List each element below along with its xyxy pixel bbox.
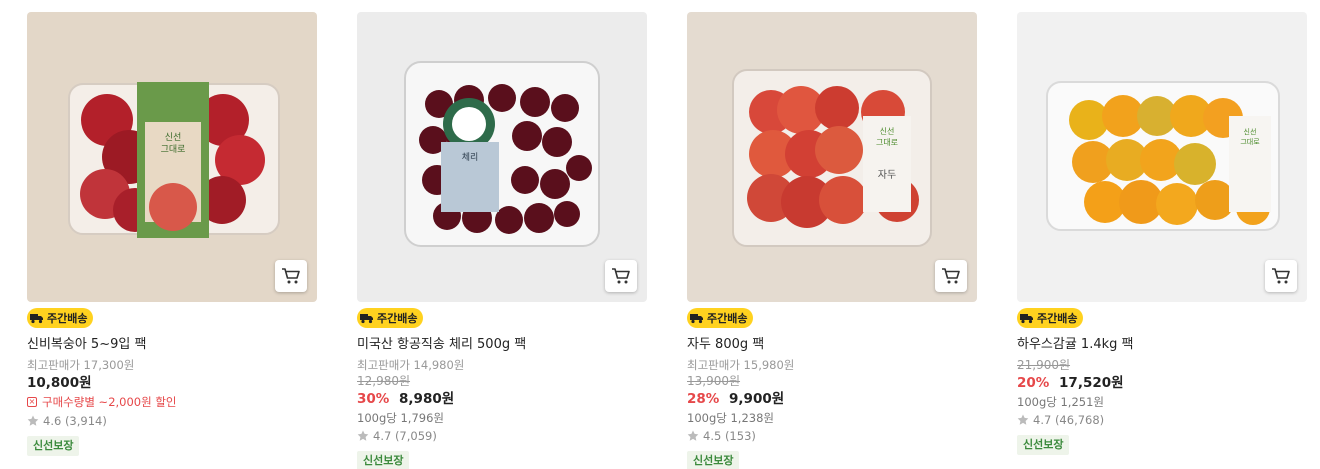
quantity-discount-label: 구매수량별 ~2,000원 할인 [42,395,177,409]
cart-icon [612,268,630,284]
original-price: 13,900원 [687,374,741,388]
svg-text:그대로: 그대로 [1240,138,1260,146]
final-price: 8,980원 [399,391,455,407]
price-row: 28% 9,900원 [687,389,977,409]
original-price: 12,980원 [357,374,411,388]
product-card[interactable]: 신선 그대로 주간배송 신비복숭아 5~9입 팩 최고판매가 17,300원 1… [27,12,317,456]
rating: 4.7 (7,059) [357,427,647,445]
unit-price: 100g당 1,238원 [687,411,774,425]
product-name[interactable]: 자두 800g 팩 [687,336,977,354]
weekly-delivery-badge: 주간배송 [687,308,754,328]
rating-value: 4.7 (46,768) [1033,413,1105,427]
badge-label: 주간배송 [1037,312,1078,325]
weekly-delivery-badge: 주간배송 [1017,308,1084,328]
star-icon [687,430,699,441]
add-to-cart-button[interactable] [275,260,307,292]
star-icon [27,415,39,426]
product-name[interactable]: 신비복숭아 5~9입 팩 [27,336,317,354]
final-price: 9,900원 [729,391,785,407]
product-grid: 신선 그대로 주간배송 신비복숭아 5~9입 팩 최고판매가 17,300원 1… [0,0,1320,469]
discount-rate: 30% [357,391,390,407]
star-icon [1017,414,1029,425]
rating-value: 4.6 (3,914) [43,414,107,428]
reference-price: 최고판매가 14,980원 [357,358,465,372]
cherry-pack-photo: 체리 [357,12,647,302]
svg-text:자두: 자두 [878,169,896,181]
unit-price: 100g당 1,251원 [1017,395,1104,409]
truck-icon [360,314,373,324]
discount-rate: 28% [687,391,720,407]
price-row: 20% 17,520원 [1017,373,1307,393]
rating: 4.6 (3,914) [27,412,317,430]
discount-rate: 20% [1017,375,1050,391]
add-to-cart-button[interactable] [605,260,637,292]
plum-pack-photo: 신선 그대로 자두 [687,12,977,302]
peach-pack-photo: 신선 그대로 [27,12,317,302]
product-image[interactable]: 신선 그대로 [27,12,317,302]
weekly-delivery-badge: 주간배송 [357,308,424,328]
svg-text:신선: 신선 [1244,127,1257,136]
price-row: 10,800원 [27,373,317,393]
quantity-discount: × 구매수량별 ~2,000원 할인 [27,393,317,411]
rating-value: 4.5 (153) [703,429,756,443]
product-name[interactable]: 미국산 항공직송 체리 500g 팩 [357,336,647,354]
final-price: 17,520원 [1059,375,1124,391]
freshness-guarantee-tag: 신선보장 [1017,435,1070,455]
rating: 4.5 (153) [687,427,977,445]
freshness-guarantee-tag: 신선보장 [687,451,740,469]
truck-icon [690,314,703,324]
svg-text:그대로: 그대로 [161,144,186,155]
add-to-cart-button[interactable] [935,260,967,292]
freshness-guarantee-tag: 신선보장 [357,451,410,469]
weekly-delivery-badge: 주간배송 [27,308,94,328]
truck-icon [30,314,43,324]
rating-value: 4.7 (7,059) [373,429,437,443]
product-name[interactable]: 하우스감귤 1.4kg 팩 [1017,336,1307,354]
product-card[interactable]: 신선 그대로 주간배송 하우스감귤 1.4kg 팩 21,900원 20% 17… [1017,12,1307,455]
cart-icon [942,268,960,284]
svg-text:그대로: 그대로 [876,138,898,147]
product-card[interactable]: 체리 주간배송 미국산 항공직송 체리 500g 팩 최고판매가 14,980원… [357,12,647,469]
original-price: 21,900원 [1017,358,1071,372]
badge-label: 주간배송 [707,312,748,325]
reference-price: 최고판매가 17,300원 [27,358,135,372]
cart-icon [1272,268,1290,284]
badge-label: 주간배송 [377,312,418,325]
product-image[interactable]: 신선 그대로 [1017,12,1307,302]
truck-icon [1020,314,1033,324]
product-image[interactable]: 체리 [357,12,647,302]
svg-text:신선: 신선 [165,132,182,143]
badge-label: 주간배송 [47,312,88,325]
product-card[interactable]: 신선 그대로 자두 주간배송 자두 800g 팩 최고판매가 15,980원 1… [687,12,977,469]
unit-price: 100g당 1,796원 [357,411,444,425]
final-price: 10,800원 [27,375,92,391]
rating: 4.7 (46,768) [1017,411,1307,429]
price-row: 30% 8,980원 [357,389,647,409]
reference-price: 최고판매가 15,980원 [687,358,795,372]
cart-icon [282,268,300,284]
star-icon [357,430,369,441]
svg-text:신선: 신선 [880,127,895,136]
add-to-cart-button[interactable] [1265,260,1297,292]
product-image[interactable]: 신선 그대로 자두 [687,12,977,302]
freshness-guarantee-tag: 신선보장 [27,436,80,456]
discount-icon: × [27,397,37,407]
tangerine-pack-photo: 신선 그대로 [1017,12,1307,302]
svg-text:체리: 체리 [462,152,479,163]
